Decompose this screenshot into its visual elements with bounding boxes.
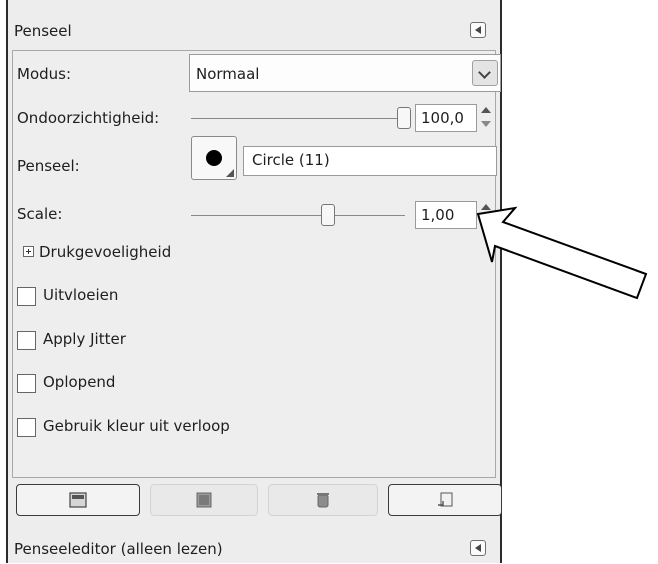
- fade-out-checkbox[interactable]: [17, 287, 36, 306]
- scale-slider-handle[interactable]: [321, 204, 335, 226]
- chevron-down-icon[interactable]: [472, 60, 498, 86]
- mode-select[interactable]: Normaal: [189, 54, 501, 92]
- apply-jitter-checkbox[interactable]: [17, 331, 36, 350]
- tool-options: Modus: Normaal Ondoorzichtigheid: 100,0 …: [12, 50, 501, 478]
- panel-header: Penseel: [8, 14, 500, 46]
- spin-up-icon[interactable]: [481, 107, 491, 113]
- opacity-spin-input[interactable]: 100,0: [415, 104, 477, 132]
- save-options-button[interactable]: [16, 484, 140, 516]
- fade-out-label: Uitvloeien: [43, 286, 119, 304]
- incremental-label: Oplopend: [43, 373, 116, 391]
- mode-value: Normaal: [196, 65, 260, 83]
- scale-spin-input[interactable]: 1,00: [415, 201, 477, 229]
- apply-jitter-label: Apply Jitter: [43, 330, 126, 348]
- reset-options-button[interactable]: [388, 484, 502, 516]
- delete-options-button[interactable]: [268, 484, 378, 516]
- use-gradient-color-checkbox[interactable]: [17, 418, 36, 437]
- brush-menu-corner-icon: [226, 169, 234, 177]
- spin-down-icon[interactable]: [481, 121, 491, 127]
- collapse-triangle-icon: [475, 544, 481, 552]
- scale-label: Scale:: [17, 205, 63, 223]
- callout-arrow-icon: [476, 206, 648, 300]
- brush-label: Penseel:: [17, 157, 80, 175]
- delete-icon: [317, 493, 329, 508]
- collapse-triangle-icon: [475, 26, 481, 34]
- expand-plus-icon[interactable]: [23, 246, 34, 257]
- brush-name-field[interactable]: Circle (11): [243, 146, 497, 176]
- brush-preview-button[interactable]: [191, 136, 237, 180]
- brush-circle-icon: [206, 150, 222, 166]
- reset-icon: [438, 492, 453, 507]
- brush-editor-title: Penseeleditor (alleen lezen): [14, 540, 223, 558]
- pressure-expander-label[interactable]: Drukgevoeligheid: [39, 243, 171, 261]
- options-button-bar: [16, 484, 502, 518]
- scale-slider-track[interactable]: [191, 215, 405, 216]
- opacity-spin-buttons[interactable]: [479, 104, 493, 132]
- brush-editor-collapse-button[interactable]: [470, 540, 486, 556]
- use-gradient-color-label: Gebruik kleur uit verloop: [43, 417, 230, 435]
- brush-editor-header: Penseeleditor (alleen lezen): [8, 532, 500, 564]
- panel-title: Penseel: [14, 22, 72, 40]
- opacity-label: Ondoorzichtigheid:: [17, 109, 160, 127]
- collapse-button[interactable]: [470, 22, 486, 38]
- mode-label: Modus:: [17, 65, 72, 83]
- paintbrush-options-panel: Penseel Modus: Normaal Ondoorzichtigheid…: [6, 0, 502, 563]
- incremental-checkbox[interactable]: [17, 374, 36, 393]
- opacity-slider-handle[interactable]: [397, 107, 411, 129]
- restore-icon: [196, 492, 212, 508]
- save-icon: [69, 492, 87, 508]
- opacity-slider-track[interactable]: [191, 118, 411, 119]
- restore-options-button[interactable]: [150, 484, 258, 516]
